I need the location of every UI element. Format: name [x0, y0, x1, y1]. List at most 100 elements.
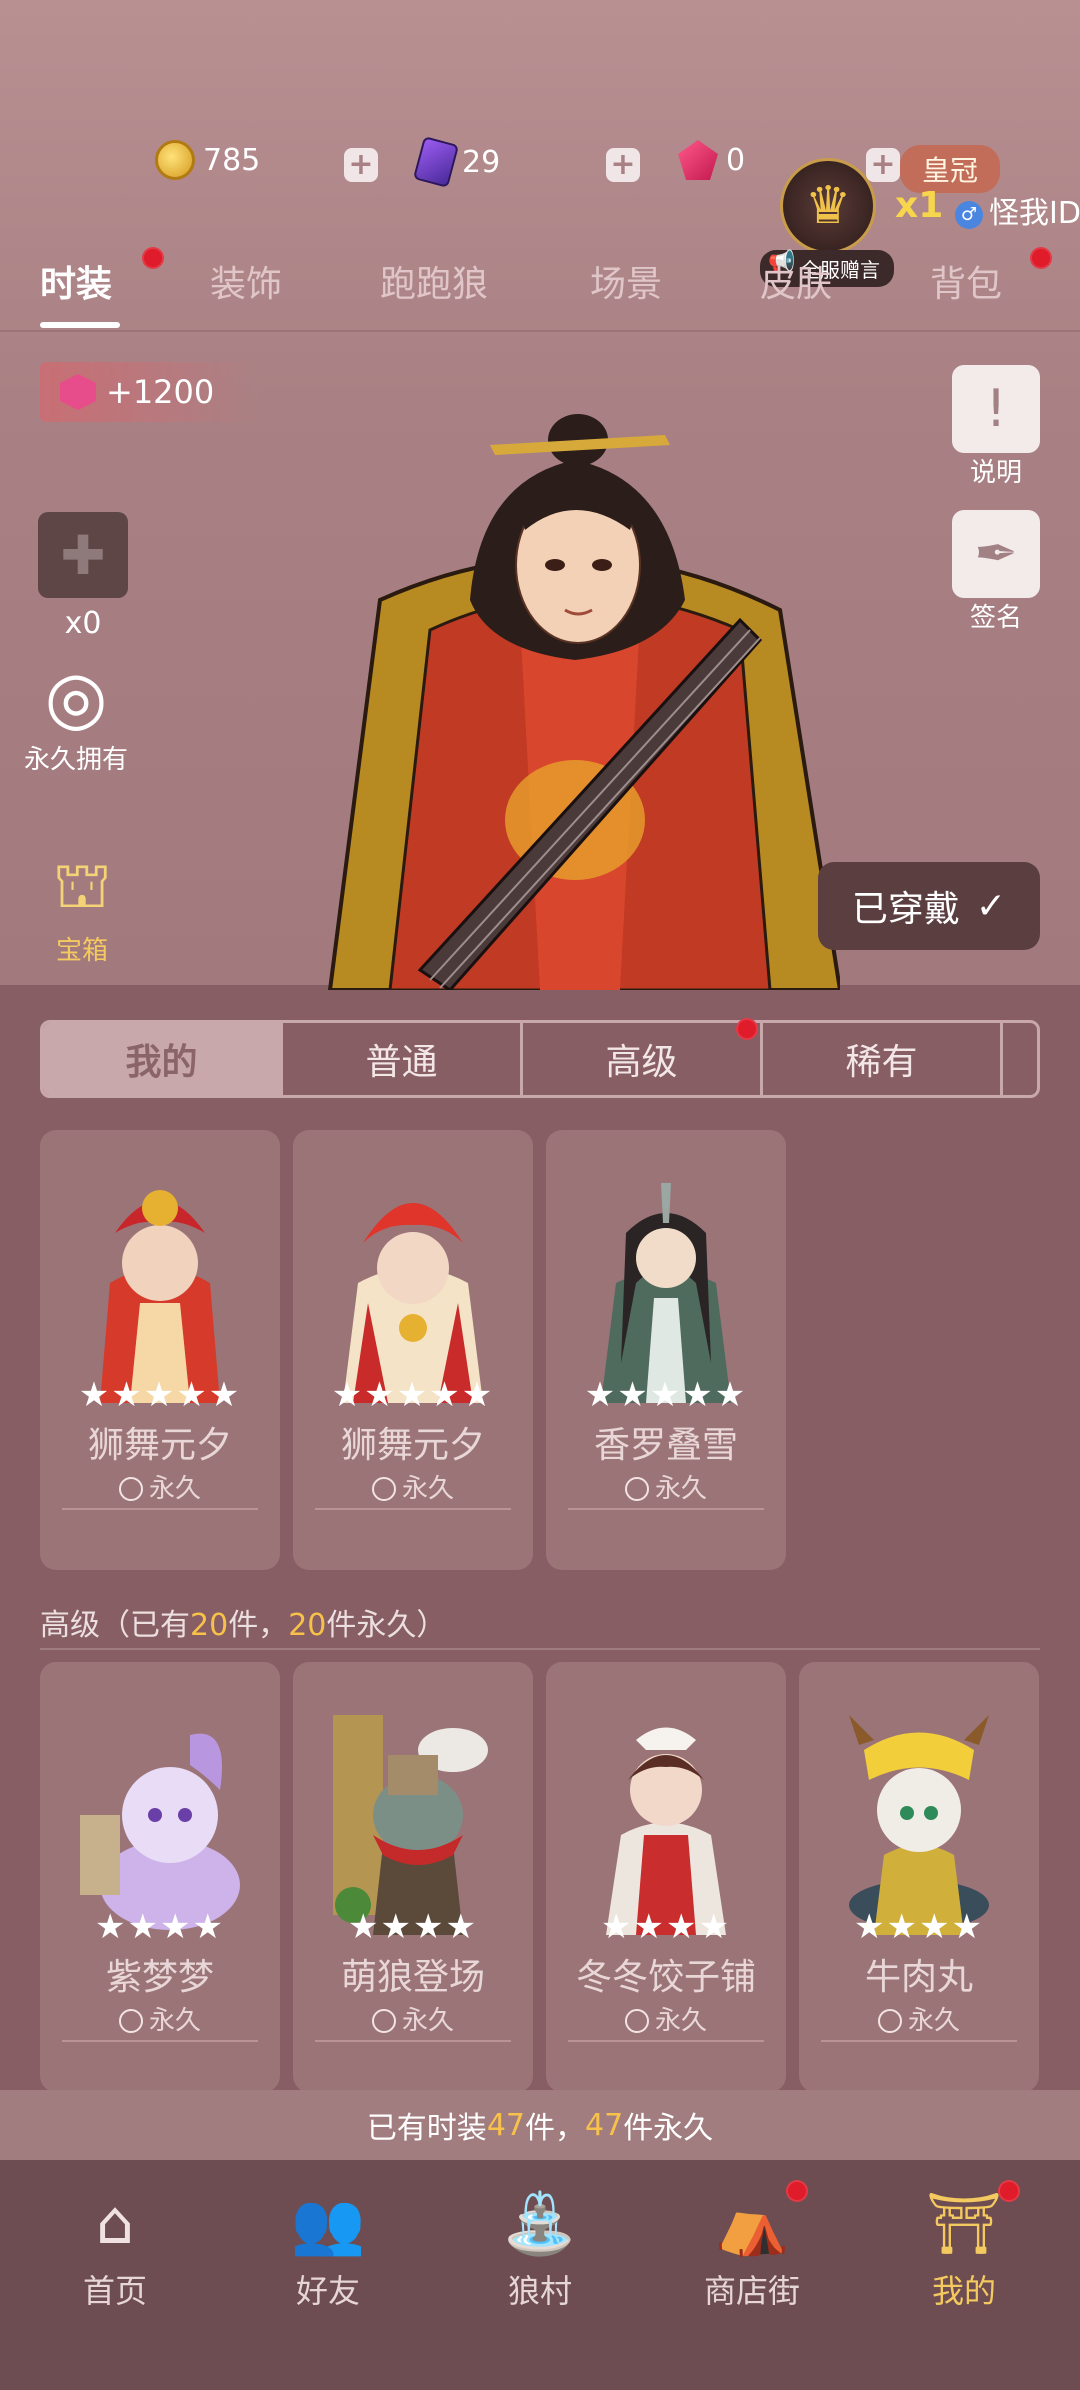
star-rating: ★★★★ — [348, 1907, 478, 1947]
bottom-navigation: ⌂ 首页 👥 好友 ⛲ 狼村 ⛺ 商店街 ⛩ 我的 — [0, 2160, 1080, 2390]
tab-decoration[interactable]: 装饰 — [210, 255, 282, 307]
book-icon: ! — [985, 379, 1007, 439]
crown-avatar[interactable]: ♛ — [780, 158, 876, 254]
gem-counter: 0 — [678, 140, 745, 180]
outfit-card[interactable]: ★★★★ 冬冬饺子铺 永久 — [546, 1662, 786, 2092]
shop-notification-dot — [786, 2180, 808, 2202]
male-icon: ♂ — [955, 200, 983, 229]
nav-shop-street[interactable]: ⛺ 商店街 — [672, 2188, 832, 2312]
closet-icon: ⛩ — [925, 2188, 1003, 2259]
star-rating: ★★★★★ — [584, 1375, 748, 1415]
tab-fashion[interactable]: 时装 — [40, 255, 112, 307]
outfit-name: 香罗叠雪 — [593, 1425, 738, 1466]
card-value: 29 — [462, 144, 501, 180]
friends-icon: 👥 — [290, 2188, 366, 2259]
permanent-duration: 永久 — [40, 1468, 280, 1505]
section-divider — [40, 1648, 1040, 1650]
advanced-notification-dot — [736, 1018, 758, 1040]
outfit-card[interactable]: ★★★★ 牛肉丸 永久 — [799, 1662, 1039, 2092]
pen-icon: ✒ — [974, 524, 1018, 584]
fashion-notification-dot — [142, 247, 164, 269]
star-rating: ★★★★★ — [78, 1375, 242, 1415]
add-coins-button[interactable]: + — [344, 148, 378, 182]
permanent-duration: 永久 — [293, 2000, 533, 2037]
subtab-advanced[interactable]: 高级 — [523, 1023, 763, 1095]
outfit-card[interactable]: ★★★★★ 香罗叠雪 永久 — [546, 1130, 786, 1570]
tab-scene[interactable]: 场景 — [590, 255, 662, 307]
gem-icon — [678, 140, 718, 180]
puzzle-icon: ✚ — [38, 512, 128, 598]
sign-button[interactable]: ✒ — [952, 510, 1040, 598]
village-icon: ⛲ — [502, 2188, 578, 2259]
coin-value: 785 — [203, 142, 261, 178]
chest-button[interactable]: ⛫ 宝箱 — [32, 849, 132, 967]
clock-icon — [118, 1477, 143, 1501]
character-illustration — [327, 414, 840, 990]
clock-icon — [371, 1477, 396, 1501]
outfit-card[interactable]: ★★★★ 紫梦梦 永久 — [40, 1662, 280, 2092]
coin-icon — [155, 140, 195, 180]
rarity-tabs: 我的 普通 高级 稀有 — [40, 1020, 1040, 1098]
puzzle-piece-button[interactable]: ✚ x0 — [38, 512, 128, 641]
equipped-button[interactable]: 已穿戴 ✓ — [818, 862, 1040, 950]
tab-skin[interactable]: 皮肤 — [760, 255, 832, 307]
star-rating: ★★★★ — [601, 1907, 731, 1947]
star-rating: ★★★★★ — [331, 1375, 495, 1415]
outfit-card[interactable]: ★★★★★ 狮舞元夕 永久 — [293, 1130, 533, 1570]
permanent-duration: 永久 — [40, 2000, 280, 2037]
advanced-section-header: 高级（已有20件，20件永久） — [40, 1608, 447, 1643]
clock-icon — [371, 2009, 396, 2033]
clock-icon — [624, 1477, 649, 1501]
card-divider — [821, 2040, 1017, 2042]
card-divider — [315, 1508, 511, 1510]
sign-label: 签名 — [969, 603, 1022, 633]
clock-icon — [877, 2009, 902, 2033]
nav-friends[interactable]: 👥 好友 — [248, 2188, 408, 2312]
outfit-card[interactable]: ★★★★ 萌狼登场 永久 — [293, 1662, 533, 2092]
treasure-chest-icon: ⛫ — [52, 849, 112, 923]
swirl-icon: ◎ — [44, 655, 108, 739]
tab-backpack[interactable]: 背包 — [930, 255, 1002, 307]
permanent-duration: 永久 — [293, 1468, 533, 1505]
subtab-normal[interactable]: 普通 — [283, 1023, 523, 1095]
active-tab-indicator — [40, 322, 120, 328]
backpack-notification-dot — [1030, 247, 1052, 269]
card-divider — [62, 2040, 258, 2042]
check-icon: ✓ — [975, 885, 1007, 927]
crown-icon: ♛ — [804, 176, 852, 236]
crown-user: ♂ 怪我ID — [955, 188, 1080, 232]
clock-icon — [624, 2009, 649, 2033]
permanent-duration: 永久 — [799, 2000, 1039, 2037]
permanent-duration: 永久 — [546, 2000, 786, 2037]
nav-village[interactable]: ⛲ 狼村 — [460, 2188, 620, 2312]
card-divider — [62, 1508, 258, 1510]
tab-runner-wolf[interactable]: 跑跑狼 — [380, 255, 488, 307]
outfit-name: 狮舞元夕 — [87, 1425, 232, 1466]
add-cards-button[interactable]: + — [606, 148, 640, 182]
mine-notification-dot — [998, 2180, 1020, 2202]
puzzle-count: x0 — [64, 606, 102, 641]
manual-button[interactable]: ! — [952, 365, 1040, 453]
shop-icon: ⛺ — [714, 2188, 790, 2259]
star-rating: ★★★★ — [95, 1907, 225, 1947]
card-divider — [568, 2040, 764, 2042]
gem-value: 0 — [726, 142, 746, 178]
subtab-rare[interactable]: 稀有 — [763, 1023, 1003, 1095]
chest-label: 宝箱 — [55, 936, 108, 966]
clock-icon — [118, 2009, 143, 2033]
permanent-duration: 永久 — [546, 1468, 786, 1505]
category-tabs: 时装 装饰 跑跑狼 场景 皮肤 背包 — [0, 255, 1080, 330]
nav-mine[interactable]: ⛩ 我的 — [884, 2188, 1044, 2312]
add-gems-button[interactable]: + — [866, 148, 900, 182]
charm-icon — [60, 374, 96, 410]
tab-divider — [0, 330, 1080, 332]
card-counter: 29 — [412, 136, 501, 188]
coin-counter: 785 — [155, 140, 260, 180]
outfit-name: 紫梦梦 — [105, 1957, 214, 1998]
outfit-card[interactable]: ★★★★★ 狮舞元夕 永久 — [40, 1130, 280, 1570]
permanent-own-button[interactable]: ◎ 永久拥有 — [24, 655, 128, 776]
subtab-mine[interactable]: 我的 — [43, 1023, 283, 1095]
fashion-summary: 已有时装 47 件， 47 件永久 — [0, 2090, 1080, 2160]
outfit-name: 萌狼登场 — [340, 1957, 485, 1998]
nav-home[interactable]: ⌂ 首页 — [35, 2188, 195, 2312]
